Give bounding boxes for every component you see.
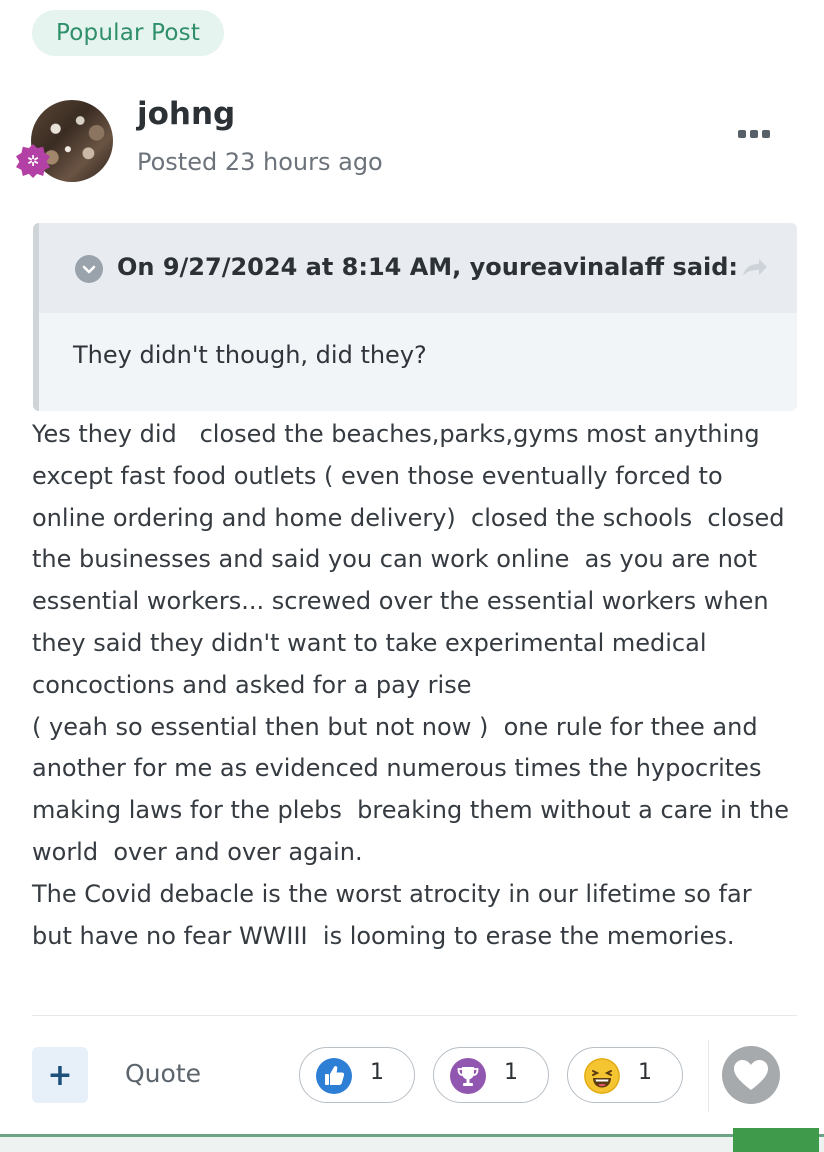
- react-heart-button[interactable]: [722, 1046, 780, 1104]
- body-line: concoctions and asked for a pay rise: [32, 670, 472, 699]
- reaction-like-button[interactable]: 1: [299, 1047, 415, 1103]
- author-name[interactable]: johng: [137, 96, 235, 132]
- divider: [708, 1040, 709, 1112]
- trophy-count: 1: [504, 1060, 518, 1085]
- body-line: they said they didn't want to take exper…: [32, 628, 707, 657]
- quote-citation: On 9/27/2024 at 8:14 AM, youreavinalaff …: [117, 253, 739, 281]
- body-line: Yes they did closed the beaches,parks,gy…: [32, 420, 760, 448]
- heart-icon: [734, 1060, 768, 1090]
- divider: [32, 1015, 797, 1016]
- like-count: 1: [370, 1060, 384, 1085]
- body-line: essential workers... screwed over the es…: [32, 587, 769, 616]
- author-avatar[interactable]: ✲: [16, 100, 113, 182]
- body-line: but have no fear WWIII is looming to era…: [32, 921, 735, 950]
- trophy-icon: [450, 1058, 486, 1094]
- quote-button[interactable]: Quote: [125, 1059, 201, 1088]
- body-line: world over and over again.: [32, 837, 363, 866]
- multiquote-plus-button[interactable]: +: [32, 1047, 88, 1103]
- share-arrow-icon[interactable]: [739, 256, 769, 284]
- body-line: online ordering and home delivery) close…: [32, 503, 785, 532]
- body-line: making laws for the plebs breaking them …: [32, 796, 789, 825]
- thumbs-up-icon: [316, 1058, 352, 1094]
- body-line: The Covid debacle is the worst atrocity …: [32, 879, 752, 908]
- reaction-haha-button[interactable]: 1: [567, 1047, 683, 1103]
- forum-post: Popular Post ✲ johng Posted 23 hours ago…: [0, 0, 824, 1152]
- posted-time[interactable]: Posted 23 hours ago: [137, 148, 383, 176]
- more-options-icon[interactable]: [738, 130, 770, 138]
- quote-block: On 9/27/2024 at 8:14 AM, youreavinalaff …: [33, 223, 797, 411]
- footer-green-tab[interactable]: [733, 1128, 819, 1152]
- chevron-down-icon[interactable]: [75, 255, 103, 283]
- quote-header: On 9/27/2024 at 8:14 AM, youreavinalaff …: [39, 223, 797, 313]
- body-line: except fast food outlets ( even those ev…: [32, 461, 723, 490]
- post-body: Yes they did closed the beaches,parks,gy…: [32, 414, 812, 957]
- body-line: ( yeah so essential then but not now ) o…: [32, 712, 758, 741]
- haha-count: 1: [638, 1060, 652, 1085]
- popular-post-badge: Popular Post: [32, 10, 225, 56]
- quote-text: They didn't though, did they?: [73, 341, 427, 369]
- laughing-face-icon: [584, 1058, 620, 1094]
- body-line: the businesses and said you can work onl…: [32, 545, 757, 574]
- footer-bar: [0, 1134, 824, 1152]
- body-line: another for me as evidenced numerous tim…: [32, 754, 762, 783]
- reaction-trophy-button[interactable]: 1: [433, 1047, 549, 1103]
